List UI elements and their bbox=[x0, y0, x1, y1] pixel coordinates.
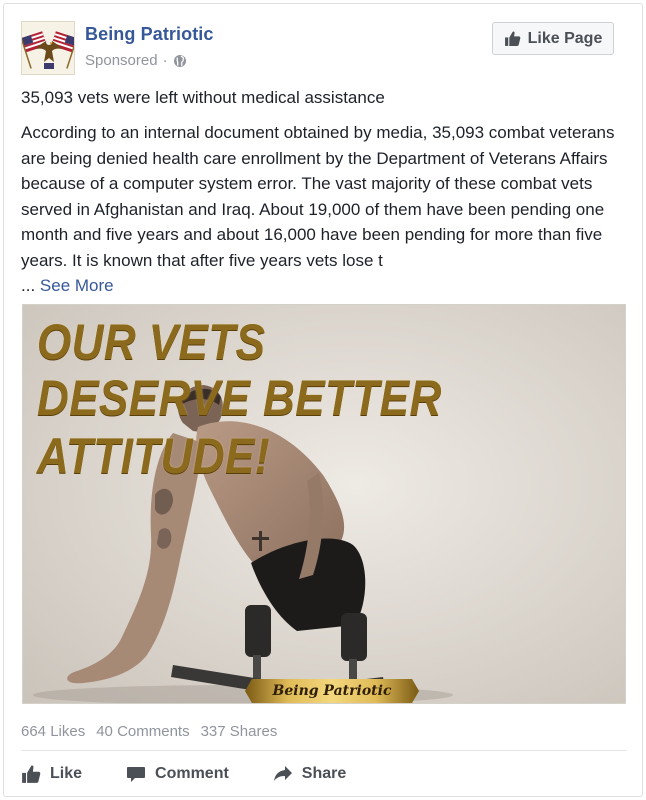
page-name-link[interactable]: Being Patriotic bbox=[85, 24, 214, 45]
meta-separator: · bbox=[162, 52, 168, 69]
post-actions-bar: Like Comment Share bbox=[21, 760, 390, 788]
speech-bubble-icon bbox=[127, 767, 146, 782]
post-headline: 35,093 vets were left without medical as… bbox=[21, 88, 385, 107]
image-watermark: Being Patriotic bbox=[245, 679, 419, 703]
globe-icon[interactable] bbox=[173, 54, 187, 68]
share-arrow-icon bbox=[273, 766, 292, 781]
post-body: According to an internal document obtain… bbox=[21, 120, 633, 299]
like-page-button[interactable]: Like Page bbox=[492, 22, 614, 55]
post-image[interactable]: OUR VETS DESERVE BETTER ATTITUDE! Being … bbox=[22, 304, 626, 704]
page-avatar[interactable] bbox=[21, 21, 75, 75]
shares-count[interactable]: 337 Shares bbox=[201, 723, 278, 740]
see-more-link[interactable]: See More bbox=[40, 276, 114, 295]
share-button-label: Share bbox=[301, 765, 347, 782]
image-overlay-line-2: DESERVE BETTER ATTITUDE! bbox=[37, 370, 442, 484]
share-button[interactable]: Share bbox=[273, 764, 346, 784]
comment-button[interactable]: Comment bbox=[126, 764, 229, 784]
likes-count[interactable]: 664 Likes bbox=[21, 723, 85, 740]
comments-count[interactable]: 40 Comments bbox=[96, 723, 189, 740]
post-body-text: According to an internal document obtain… bbox=[21, 123, 615, 270]
thumbs-up-icon bbox=[504, 31, 520, 46]
comment-button-label: Comment bbox=[155, 765, 229, 782]
eagle-flags-logo bbox=[22, 22, 74, 74]
like-button-label: Like bbox=[50, 765, 83, 782]
thumbs-up-icon bbox=[22, 765, 41, 783]
like-button[interactable]: Like bbox=[21, 764, 82, 784]
sponsored-label[interactable]: Sponsored bbox=[85, 52, 158, 69]
sponsored-post-card: Being Patriotic Sponsored · Like Page 35… bbox=[3, 3, 643, 797]
actions-divider bbox=[21, 750, 627, 751]
like-page-label: Like Page bbox=[527, 29, 603, 47]
engagement-stats: 664 Likes 40 Comments 337 Shares bbox=[21, 723, 277, 740]
post-meta: Sponsored · bbox=[85, 52, 187, 69]
image-overlay-line-1: OUR VETS bbox=[37, 314, 266, 370]
see-more-prefix: ... bbox=[21, 276, 36, 295]
